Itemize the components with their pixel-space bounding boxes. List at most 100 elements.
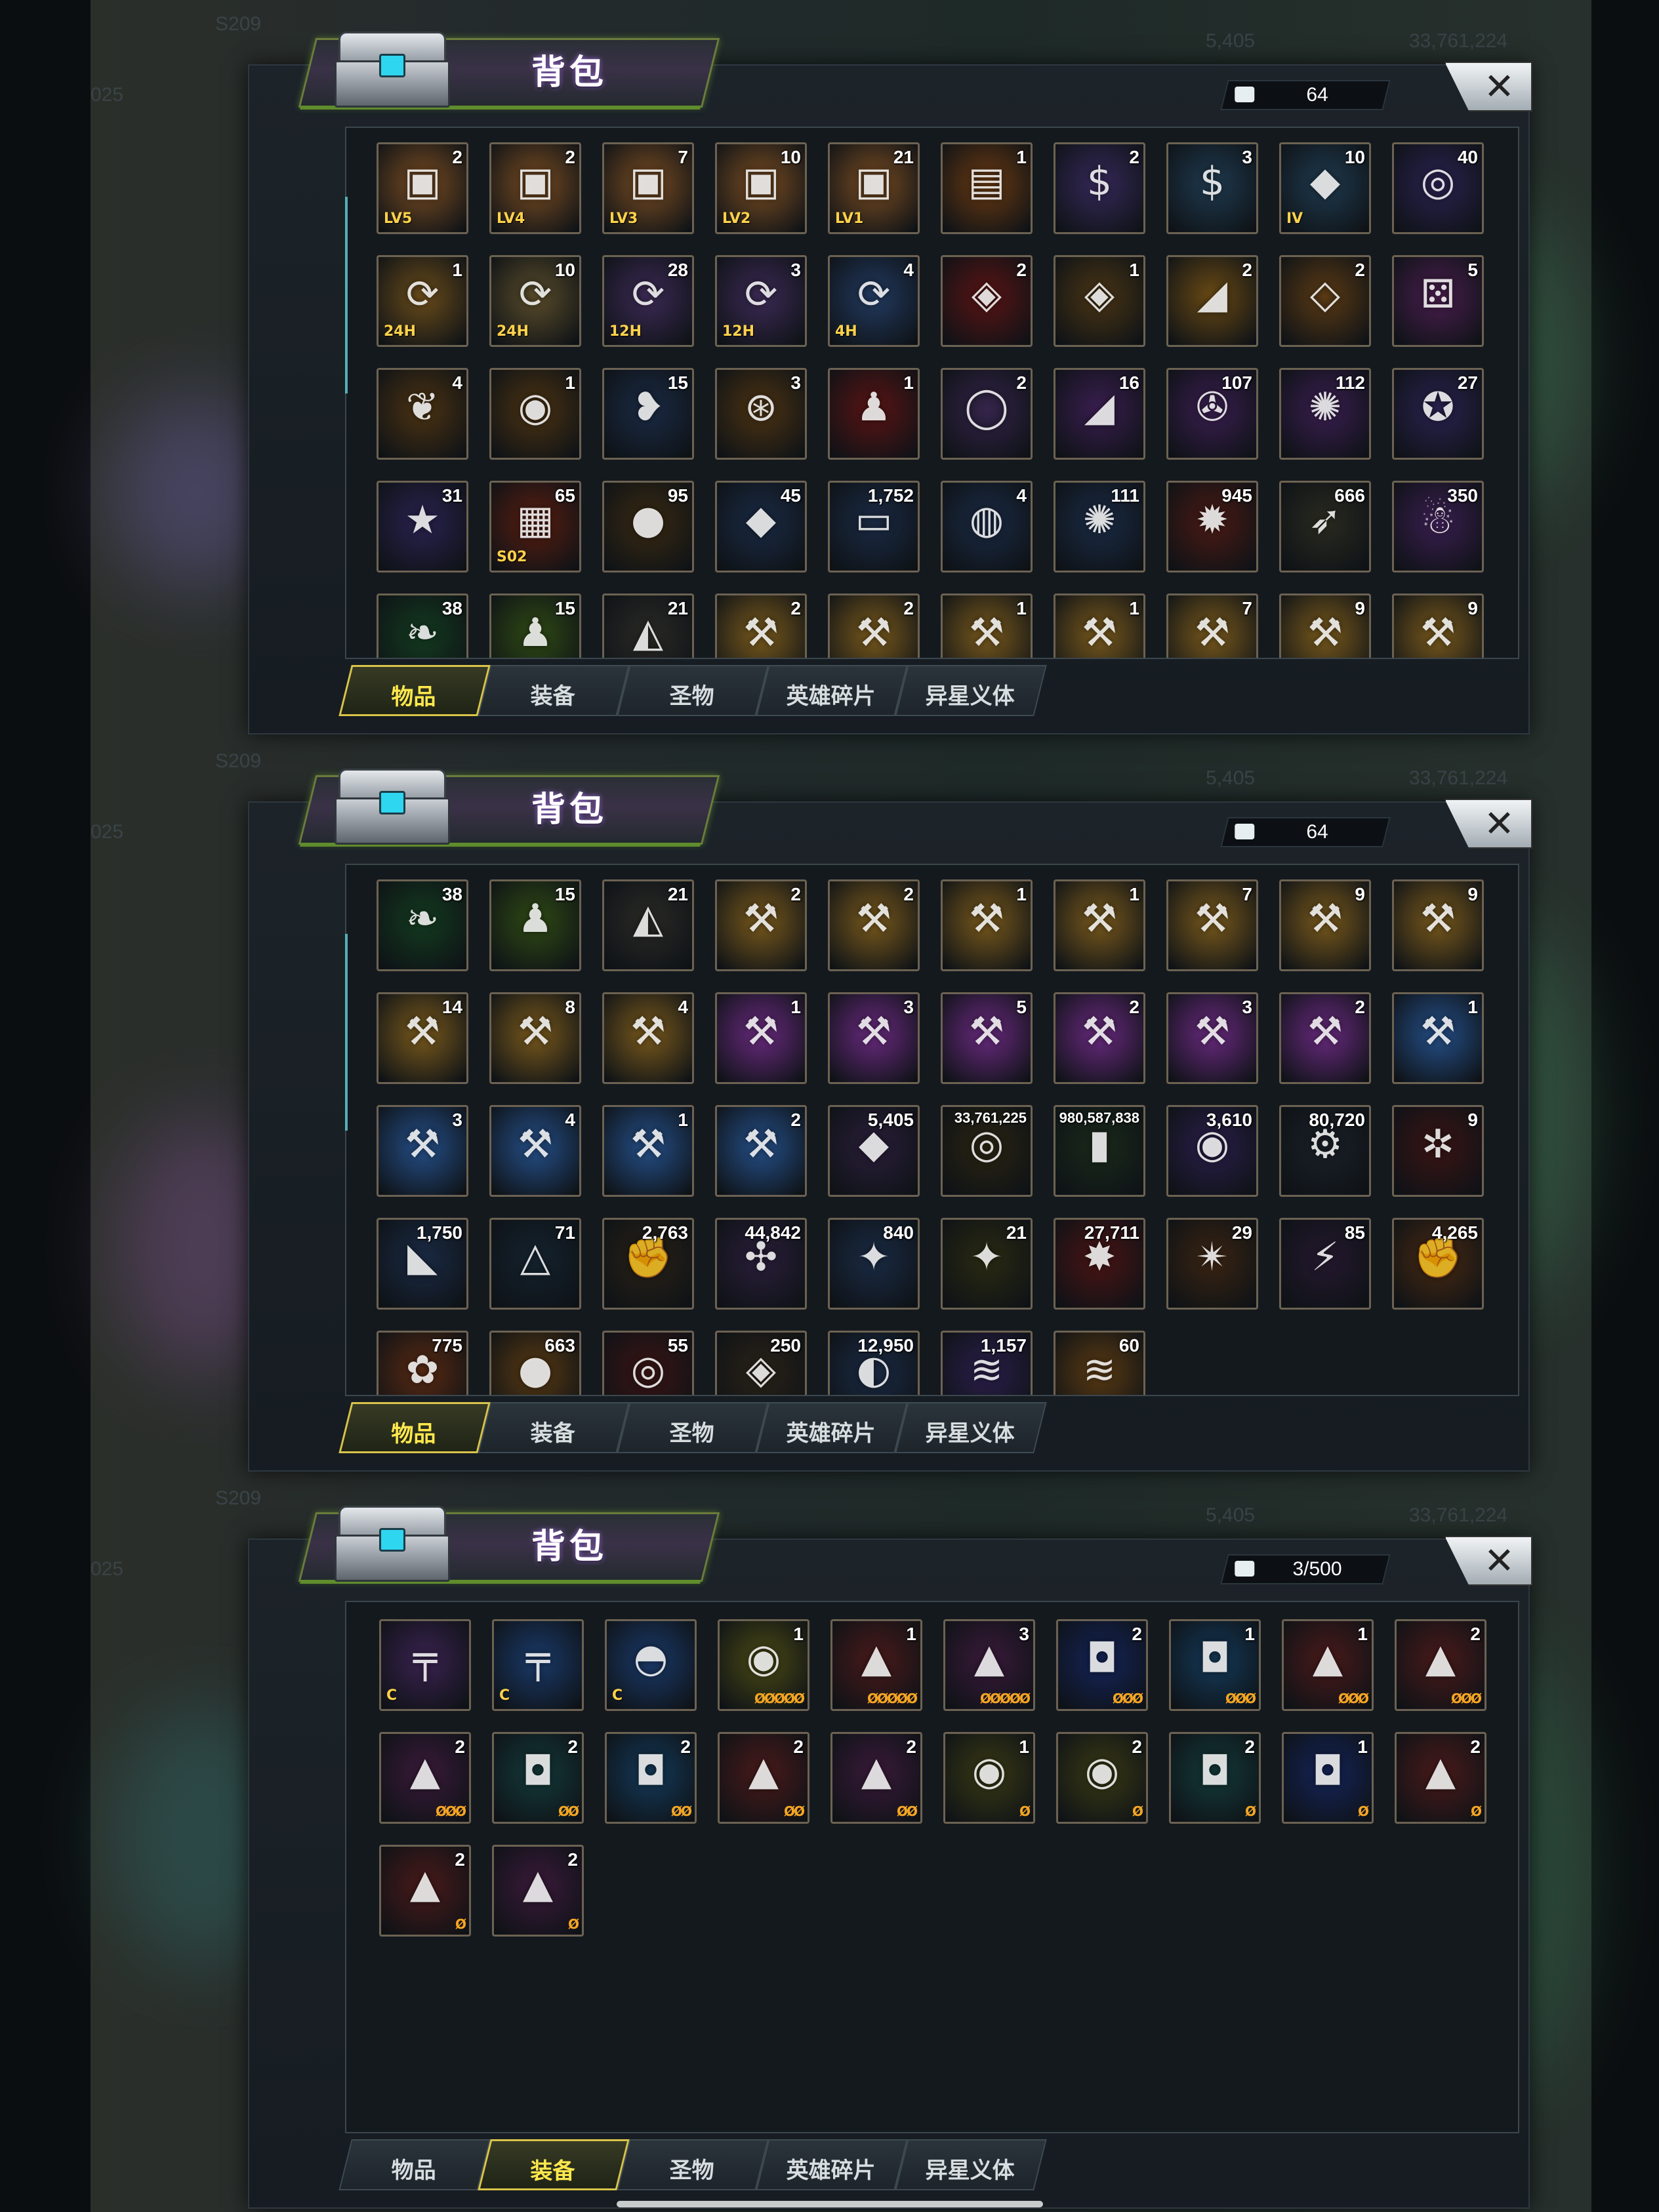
inventory-slot[interactable]: ◓ C bbox=[605, 1619, 697, 1711]
inventory-slot[interactable]: ● 95 bbox=[602, 481, 694, 573]
inventory-slot[interactable]: ⟳ 4H 4 bbox=[828, 255, 920, 347]
inventory-slot[interactable]: ◆ 45 bbox=[715, 481, 807, 573]
inventory-slot[interactable]: ⚒ 3 bbox=[828, 992, 920, 1084]
inventory-slot[interactable]: ⚒ 4 bbox=[602, 992, 694, 1084]
inventory-slot[interactable]: ◍ 4 bbox=[941, 481, 1033, 573]
inventory-slot[interactable]: ▲ ØØ 2 bbox=[718, 1732, 809, 1824]
inventory-slot[interactable]: ⚒ 1 bbox=[1392, 992, 1484, 1084]
inventory-slot[interactable]: ◎ 40 bbox=[1392, 142, 1484, 234]
inventory-slot[interactable]: ▦ S02 65 bbox=[489, 481, 581, 573]
inventory-slot[interactable]: ❥ 15 bbox=[602, 368, 694, 460]
inventory-slot[interactable]: ⚒ 2 bbox=[715, 593, 807, 658]
inventory-slot[interactable]: ▲ ØØØØØ 3 bbox=[943, 1619, 1035, 1711]
inventory-slot[interactable]: ⊛ 3 bbox=[715, 368, 807, 460]
inventory-slot[interactable]: ▲ Ø 2 bbox=[379, 1845, 471, 1937]
item-grid[interactable]: ▣ LV5 2 ▣ LV4 2 ▣ LV3 7 ▣ LV2 10 ▣ LV1 21 ▤ 1 $2 $3 ◆ IV 10 ◎ 4… bbox=[345, 127, 1519, 659]
inventory-slot[interactable]: ⚒ 2 bbox=[1279, 992, 1371, 1084]
inventory-slot[interactable]: ⟳ 12H 28 bbox=[602, 255, 694, 347]
inventory-slot[interactable]: ◉ 1 bbox=[489, 368, 581, 460]
tab-0[interactable]: 物品 bbox=[338, 2139, 491, 2190]
inventory-slot[interactable]: ◘ ØØ 2 bbox=[492, 1732, 584, 1824]
inventory-slot[interactable]: ◢ 16 bbox=[1054, 368, 1145, 460]
inventory-slot[interactable]: △ 71 bbox=[489, 1218, 581, 1310]
inventory-slot[interactable]: ⚒ 2 bbox=[715, 879, 807, 971]
inventory-slot[interactable]: ✺ 111 bbox=[1054, 481, 1145, 573]
inventory-slot[interactable]: $2 bbox=[1054, 142, 1145, 234]
inventory-slot[interactable]: ◉ Ø 1 bbox=[943, 1732, 1035, 1824]
tab-0[interactable]: 物品 bbox=[338, 665, 491, 716]
inventory-slot[interactable]: ⚒ 1 bbox=[1054, 593, 1145, 658]
inventory-slot[interactable]: ◈ 2 bbox=[941, 255, 1033, 347]
inventory-slot[interactable]: ⚒ 1 bbox=[715, 992, 807, 1084]
inventory-slot[interactable]: ⚒ 14 bbox=[377, 992, 468, 1084]
inventory-slot[interactable]: ➶ 666 bbox=[1279, 481, 1371, 573]
inventory-slot[interactable]: ◆ IV 10 bbox=[1279, 142, 1371, 234]
inventory-slot[interactable]: ⚒ 2 bbox=[828, 879, 920, 971]
inventory-slot[interactable]: ╤ C bbox=[492, 1619, 584, 1711]
tab-4[interactable]: 异星义体 bbox=[895, 665, 1047, 716]
inventory-slot[interactable]: ✣ 44,842 bbox=[715, 1218, 807, 1310]
inventory-slot[interactable]: ⚒ 7 bbox=[1166, 593, 1258, 658]
tab-2[interactable]: 圣物 bbox=[617, 2139, 769, 2190]
inventory-slot[interactable]: ⚄ 5 bbox=[1392, 255, 1484, 347]
tab-3[interactable]: 英雄碎片 bbox=[756, 665, 908, 716]
tab-4[interactable]: 异星义体 bbox=[895, 2139, 1047, 2190]
inventory-slot[interactable]: ◈ 1 bbox=[1054, 255, 1145, 347]
inventory-slot[interactable]: ✪ 27 bbox=[1392, 368, 1484, 460]
inventory-slot[interactable]: ✲ 9 bbox=[1392, 1105, 1484, 1197]
inventory-slot[interactable]: ▣ LV5 2 bbox=[377, 142, 468, 234]
inventory-slot[interactable]: ▣ LV1 21 bbox=[828, 142, 920, 234]
inventory-slot[interactable]: ◘ ØØ 2 bbox=[605, 1732, 697, 1824]
tab-0[interactable]: 物品 bbox=[338, 1402, 491, 1453]
inventory-slot[interactable]: ★ 31 bbox=[377, 481, 468, 573]
inventory-slot[interactable]: ✸ 27,711 bbox=[1054, 1218, 1145, 1310]
inventory-slot[interactable]: ⚒ 5 bbox=[941, 992, 1033, 1084]
inventory-slot[interactable]: ◎ 33,761,225 bbox=[941, 1105, 1033, 1197]
inventory-slot[interactable]: ✹ 945 bbox=[1166, 481, 1258, 573]
inventory-slot[interactable]: ◈ 250 bbox=[715, 1331, 807, 1395]
inventory-slot[interactable]: ▣ LV3 7 bbox=[602, 142, 694, 234]
inventory-slot[interactable]: ▲ Ø 2 bbox=[1395, 1732, 1486, 1824]
tab-1[interactable]: 装备 bbox=[478, 1402, 630, 1453]
inventory-slot[interactable]: $3 bbox=[1166, 142, 1258, 234]
inventory-slot[interactable]: ⚒ 3 bbox=[1166, 992, 1258, 1084]
inventory-slot[interactable]: ⟳ 24H 10 bbox=[489, 255, 581, 347]
inventory-slot[interactable]: ◘ ØØØ 2 bbox=[1056, 1619, 1148, 1711]
inventory-slot[interactable]: ◉ Ø 2 bbox=[1056, 1732, 1148, 1824]
inventory-slot[interactable]: ◭ 21 bbox=[602, 879, 694, 971]
inventory-slot[interactable]: ⚒ 7 bbox=[1166, 879, 1258, 971]
inventory-slot[interactable]: ⚒ 1 bbox=[941, 879, 1033, 971]
inventory-slot[interactable]: ⚒ 1 bbox=[941, 593, 1033, 658]
inventory-slot[interactable]: ◢ 2 bbox=[1166, 255, 1258, 347]
inventory-slot[interactable]: ◆ 5,405 bbox=[828, 1105, 920, 1197]
item-grid[interactable]: ╤ C ╤ C ◓ C ◉ ØØØØØ 1 ▲ ØØØØØ 1 ▲ ØØØØØ 3 ◘ ØØØ 2 ◘ ØØØ 1 ▲ ØØ… bbox=[345, 1601, 1519, 2133]
item-grid[interactable]: ❧ 38 ♟ 15 ◭ 21 ⚒ 2 ⚒ 2 ⚒ 1 ⚒ 1 ⚒ 7 ⚒ 9 ⚒ 9 ⚒ 14 ⚒ 8 ⚒ 4 ⚒ 1 ⚒ 3 ⚒ 5 ⚒ 2 ⚒ 3… bbox=[345, 864, 1519, 1396]
inventory-slot[interactable]: ✿ 775 bbox=[377, 1331, 468, 1395]
inventory-slot[interactable]: ⚒ 2 bbox=[828, 593, 920, 658]
grid-scrollbar[interactable] bbox=[345, 934, 348, 1131]
inventory-slot[interactable]: ⚙ 80,720 bbox=[1279, 1105, 1371, 1197]
inventory-slot[interactable]: ▲ ØØ 2 bbox=[830, 1732, 922, 1824]
tab-1[interactable]: 装备 bbox=[478, 2139, 630, 2190]
inventory-slot[interactable]: ▤ 1 bbox=[941, 142, 1033, 234]
inventory-slot[interactable]: ⚒ 9 bbox=[1392, 879, 1484, 971]
inventory-slot[interactable]: ⚒ 1 bbox=[602, 1105, 694, 1197]
tab-2[interactable]: 圣物 bbox=[617, 665, 769, 716]
inventory-slot[interactable]: ⚡ 85 bbox=[1279, 1218, 1371, 1310]
inventory-slot[interactable]: ╤ C bbox=[379, 1619, 471, 1711]
inventory-slot[interactable]: ◣ 1,750 bbox=[377, 1218, 468, 1310]
home-indicator[interactable] bbox=[617, 2201, 1043, 2207]
inventory-slot[interactable]: ▲ ØØØ 2 bbox=[379, 1732, 471, 1824]
tab-2[interactable]: 圣物 bbox=[617, 1402, 769, 1453]
inventory-slot[interactable]: ◉ ØØØØØ 1 bbox=[718, 1619, 809, 1711]
inventory-slot[interactable]: ❧ 38 bbox=[377, 593, 468, 658]
inventory-slot[interactable]: ✦ 21 bbox=[941, 1218, 1033, 1310]
grid-scrollbar[interactable] bbox=[345, 197, 348, 393]
tab-3[interactable]: 英雄碎片 bbox=[756, 1402, 908, 1453]
inventory-slot[interactable]: ◇ 2 bbox=[1279, 255, 1371, 347]
tab-4[interactable]: 异星义体 bbox=[895, 1402, 1047, 1453]
inventory-slot[interactable]: ♟ 1 bbox=[828, 368, 920, 460]
inventory-slot[interactable]: ♟ 15 bbox=[489, 879, 581, 971]
inventory-slot[interactable]: ◎ 55 bbox=[602, 1331, 694, 1395]
inventory-slot[interactable]: ⚒ 3 bbox=[377, 1105, 468, 1197]
